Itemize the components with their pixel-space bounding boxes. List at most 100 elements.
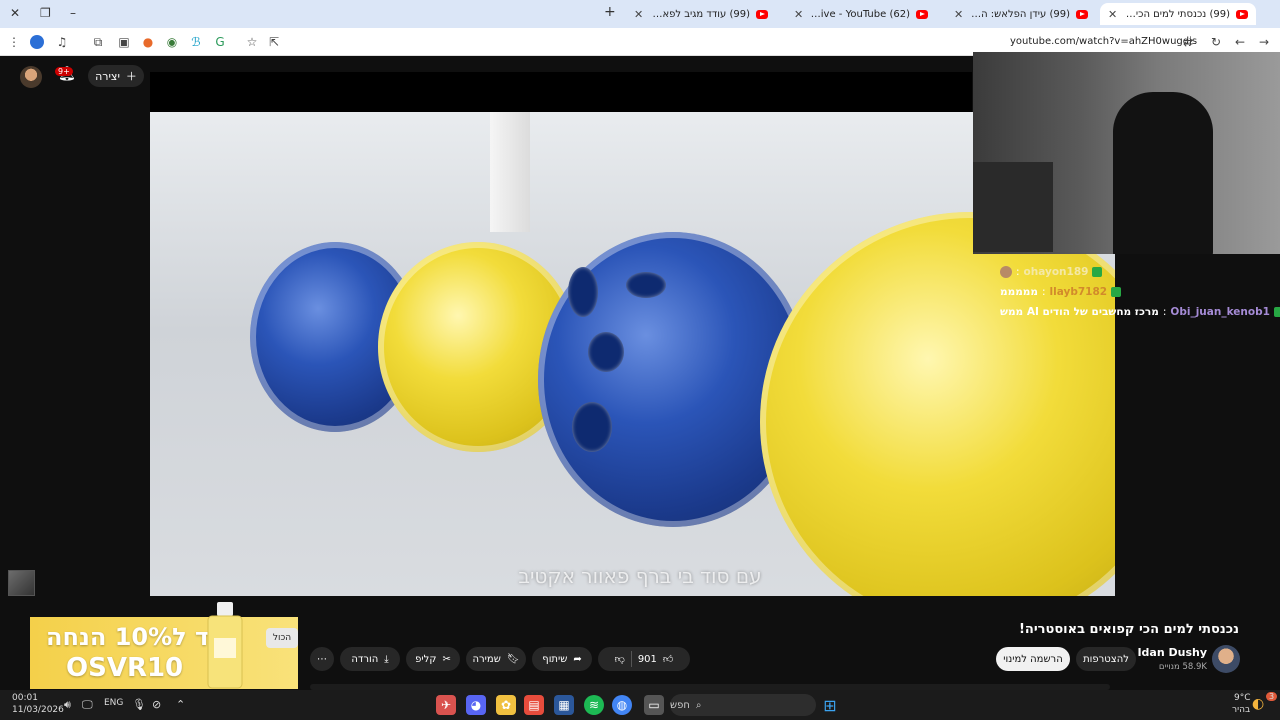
clip-button[interactable]: ✂ קליפ <box>406 647 460 671</box>
extensions-icon[interactable]: ⧉ <box>90 34 106 50</box>
like-icon[interactable]: 👍︎ <box>663 653 673 665</box>
language-indicator[interactable]: ENG <box>104 698 123 708</box>
mini-thumbnail[interactable] <box>8 570 35 596</box>
scissors-icon: ✂ <box>442 653 451 665</box>
show-hidden-icons-icon[interactable]: ⌃ <box>176 698 185 711</box>
more-actions-button[interactable]: ⋯ <box>310 647 334 671</box>
webcam-desk <box>973 162 1053 252</box>
chat-line: Obi_juan_kenob1 : מרכז מחשבים של הודים A… <box>1000 302 1280 322</box>
download-button[interactable]: ⤓ הורדה <box>340 647 400 671</box>
video-frame-rod <box>490 112 530 232</box>
youtube-favicon-icon <box>756 9 768 19</box>
youtube-left-area <box>0 56 150 616</box>
back-icon[interactable]: ← <box>1232 34 1248 50</box>
close-tab-icon[interactable]: ✕ <box>794 8 803 21</box>
network-icon[interactable]: 🖵 <box>82 698 93 712</box>
dislike-icon[interactable]: 👎︎ <box>615 653 625 665</box>
extension-translate-icon[interactable]: ℬ <box>188 34 204 50</box>
clock-date[interactable]: 11/03/2026 <box>12 705 64 715</box>
microphone-icon[interactable]: 🎙︎ <box>132 698 146 711</box>
weather-desc[interactable]: בהיר <box>1232 705 1250 715</box>
channel-avatar[interactable] <box>1212 645 1240 673</box>
media-controls-icon[interactable]: ♫ <box>54 34 70 50</box>
mod-badge-icon <box>1273 307 1280 317</box>
youtube-favicon-icon <box>1236 9 1248 19</box>
taskbar-app-files-icon[interactable]: ▭ <box>644 695 664 715</box>
download-icon: ⤓ <box>384 653 389 665</box>
site-settings-icon[interactable]: ⇄ <box>1180 34 1196 50</box>
taskbar-app-chrome-icon[interactable]: ◍ <box>612 695 632 715</box>
taskbar-app-telegram-icon[interactable]: ✈ <box>436 695 456 715</box>
new-tab-button[interactable]: + <box>604 4 616 20</box>
sponsor-ad-banner[interactable]: קוד ל10% הנחה OSVR10 <box>30 617 298 689</box>
search-icon: ⌕ <box>695 699 702 711</box>
tab-3[interactable]: (99) עודד מגיב לפארקים עם ה ✕ <box>626 3 776 25</box>
bookmark-icon: 🔖︎ <box>506 653 520 665</box>
address-bar-url[interactable]: youtube.com/watch?v=ahZH0wugdjs <box>1010 36 1197 47</box>
emote-icon <box>1000 266 1012 278</box>
close-tab-icon[interactable]: ✕ <box>1108 8 1117 21</box>
join-button[interactable]: להצטרפות <box>1076 647 1136 671</box>
video-top-letterbox <box>150 72 972 112</box>
tab-0-active[interactable]: (99) נכנסתי למים הכי קפואים ב ✕ <box>1100 3 1256 25</box>
minimize-window-icon[interactable]: – <box>70 6 76 20</box>
battery-icon[interactable]: ⊘ <box>152 698 161 711</box>
weather-sun-icon[interactable]: ◐ <box>1252 696 1264 712</box>
youtube-favicon-icon <box>916 9 928 19</box>
restore-window-icon[interactable]: ❐ <box>40 6 51 20</box>
windows-start-icon[interactable]: ⊞ <box>820 695 840 715</box>
ad-all-button[interactable]: הכול <box>266 628 298 648</box>
mod-badge-icon <box>1092 267 1103 277</box>
plus-icon: ＋ <box>125 70 137 83</box>
taskbar-app-media-icon[interactable]: ✿ <box>496 695 516 715</box>
tab-search-icon[interactable]: ▣ <box>116 34 132 50</box>
channel-name[interactable]: Idan Dushy <box>1137 646 1207 659</box>
account-avatar[interactable] <box>20 66 42 88</box>
volume-icon[interactable]: 🔊︎ <box>64 698 71 712</box>
share-button[interactable]: ➦ שיתוף <box>532 647 592 671</box>
chat-line: llayb7182 : מממממ <box>1000 282 1270 302</box>
bookmark-star-icon[interactable]: ☆ <box>244 34 260 50</box>
taskbar-app-grid-icon[interactable]: ▦ <box>554 695 574 715</box>
extension-green-icon[interactable]: ◉ <box>164 34 180 50</box>
tab-2[interactable]: (62) OdedSVR Live - YouTube ✕ <box>786 3 936 25</box>
close-tab-icon[interactable]: ✕ <box>954 8 963 21</box>
tab-1[interactable]: (99) עידן הפלאש: המשחקים ש ✕ <box>946 3 1096 25</box>
weather-badge: 3 <box>1266 692 1278 701</box>
video-subtitle: עם סוד בי ברף פאוור אקטיב <box>518 564 762 588</box>
streamer-webcam-overlay <box>973 52 1280 254</box>
clock-time[interactable]: 00:01 <box>12 693 38 703</box>
taskbar-app-discord-icon[interactable]: ◕ <box>466 695 486 715</box>
windows-taskbar: 00:01 11/03/2026 🔊︎ 🖵 ENG 🎙︎ ⊘ ⌃ ✈ ◕ ✿ ▤… <box>0 690 1280 720</box>
youtube-favicon-icon <box>1076 9 1088 19</box>
taskbar-app-editor-icon[interactable]: ▤ <box>524 695 544 715</box>
create-button[interactable]: יצירה ＋ <box>88 65 144 87</box>
video-title: נכנסתי למים הכי קפואים באוסטריה! <box>1018 622 1239 637</box>
menu-dots-icon[interactable]: ⋮ <box>6 34 22 50</box>
like-count[interactable]: 901 <box>638 654 657 665</box>
cast-icon[interactable]: ⇱ <box>266 34 282 50</box>
browser-tab-strip: ✕ ❐ – + (99) עודד מגיב לפארקים עם ה ✕ (6… <box>0 0 1280 28</box>
taskbar-app-spotify-icon[interactable]: ≋ <box>584 695 604 715</box>
perfume-bottle-image <box>207 602 243 689</box>
close-window-icon[interactable]: ✕ <box>10 6 20 20</box>
chat-line: ohayon189 : <box>1000 262 1270 282</box>
forward-icon[interactable]: → <box>1256 34 1272 50</box>
webcam-chair <box>1113 92 1213 254</box>
notifications-badge: 9+ <box>55 67 73 76</box>
reload-icon[interactable]: ↻ <box>1208 34 1224 50</box>
extension-orange-icon[interactable]: ● <box>140 34 156 50</box>
taskbar-search-box[interactable]: ⌕ חפש <box>670 694 816 716</box>
close-tab-icon[interactable]: ✕ <box>634 8 643 21</box>
like-dislike-pill: 👍︎ 901 👎︎ <box>598 647 690 671</box>
video-player[interactable]: עם סוד בי ברף פאוור אקטיב <box>150 112 1115 596</box>
extension-grammar-icon[interactable]: G <box>212 34 228 50</box>
profile-icon[interactable] <box>30 35 44 49</box>
ad-promo-code: OSVR10 <box>66 653 184 683</box>
weather-temp[interactable]: 9°C <box>1234 693 1251 703</box>
channel-subscribers: 58.9K מנויים <box>1158 662 1207 672</box>
share-icon: ➦ <box>573 653 582 665</box>
mod-badge-icon <box>1111 287 1122 297</box>
subscribe-button[interactable]: הרשמה למינוי <box>996 647 1070 671</box>
save-button[interactable]: 🔖︎ שמירה <box>466 647 526 671</box>
